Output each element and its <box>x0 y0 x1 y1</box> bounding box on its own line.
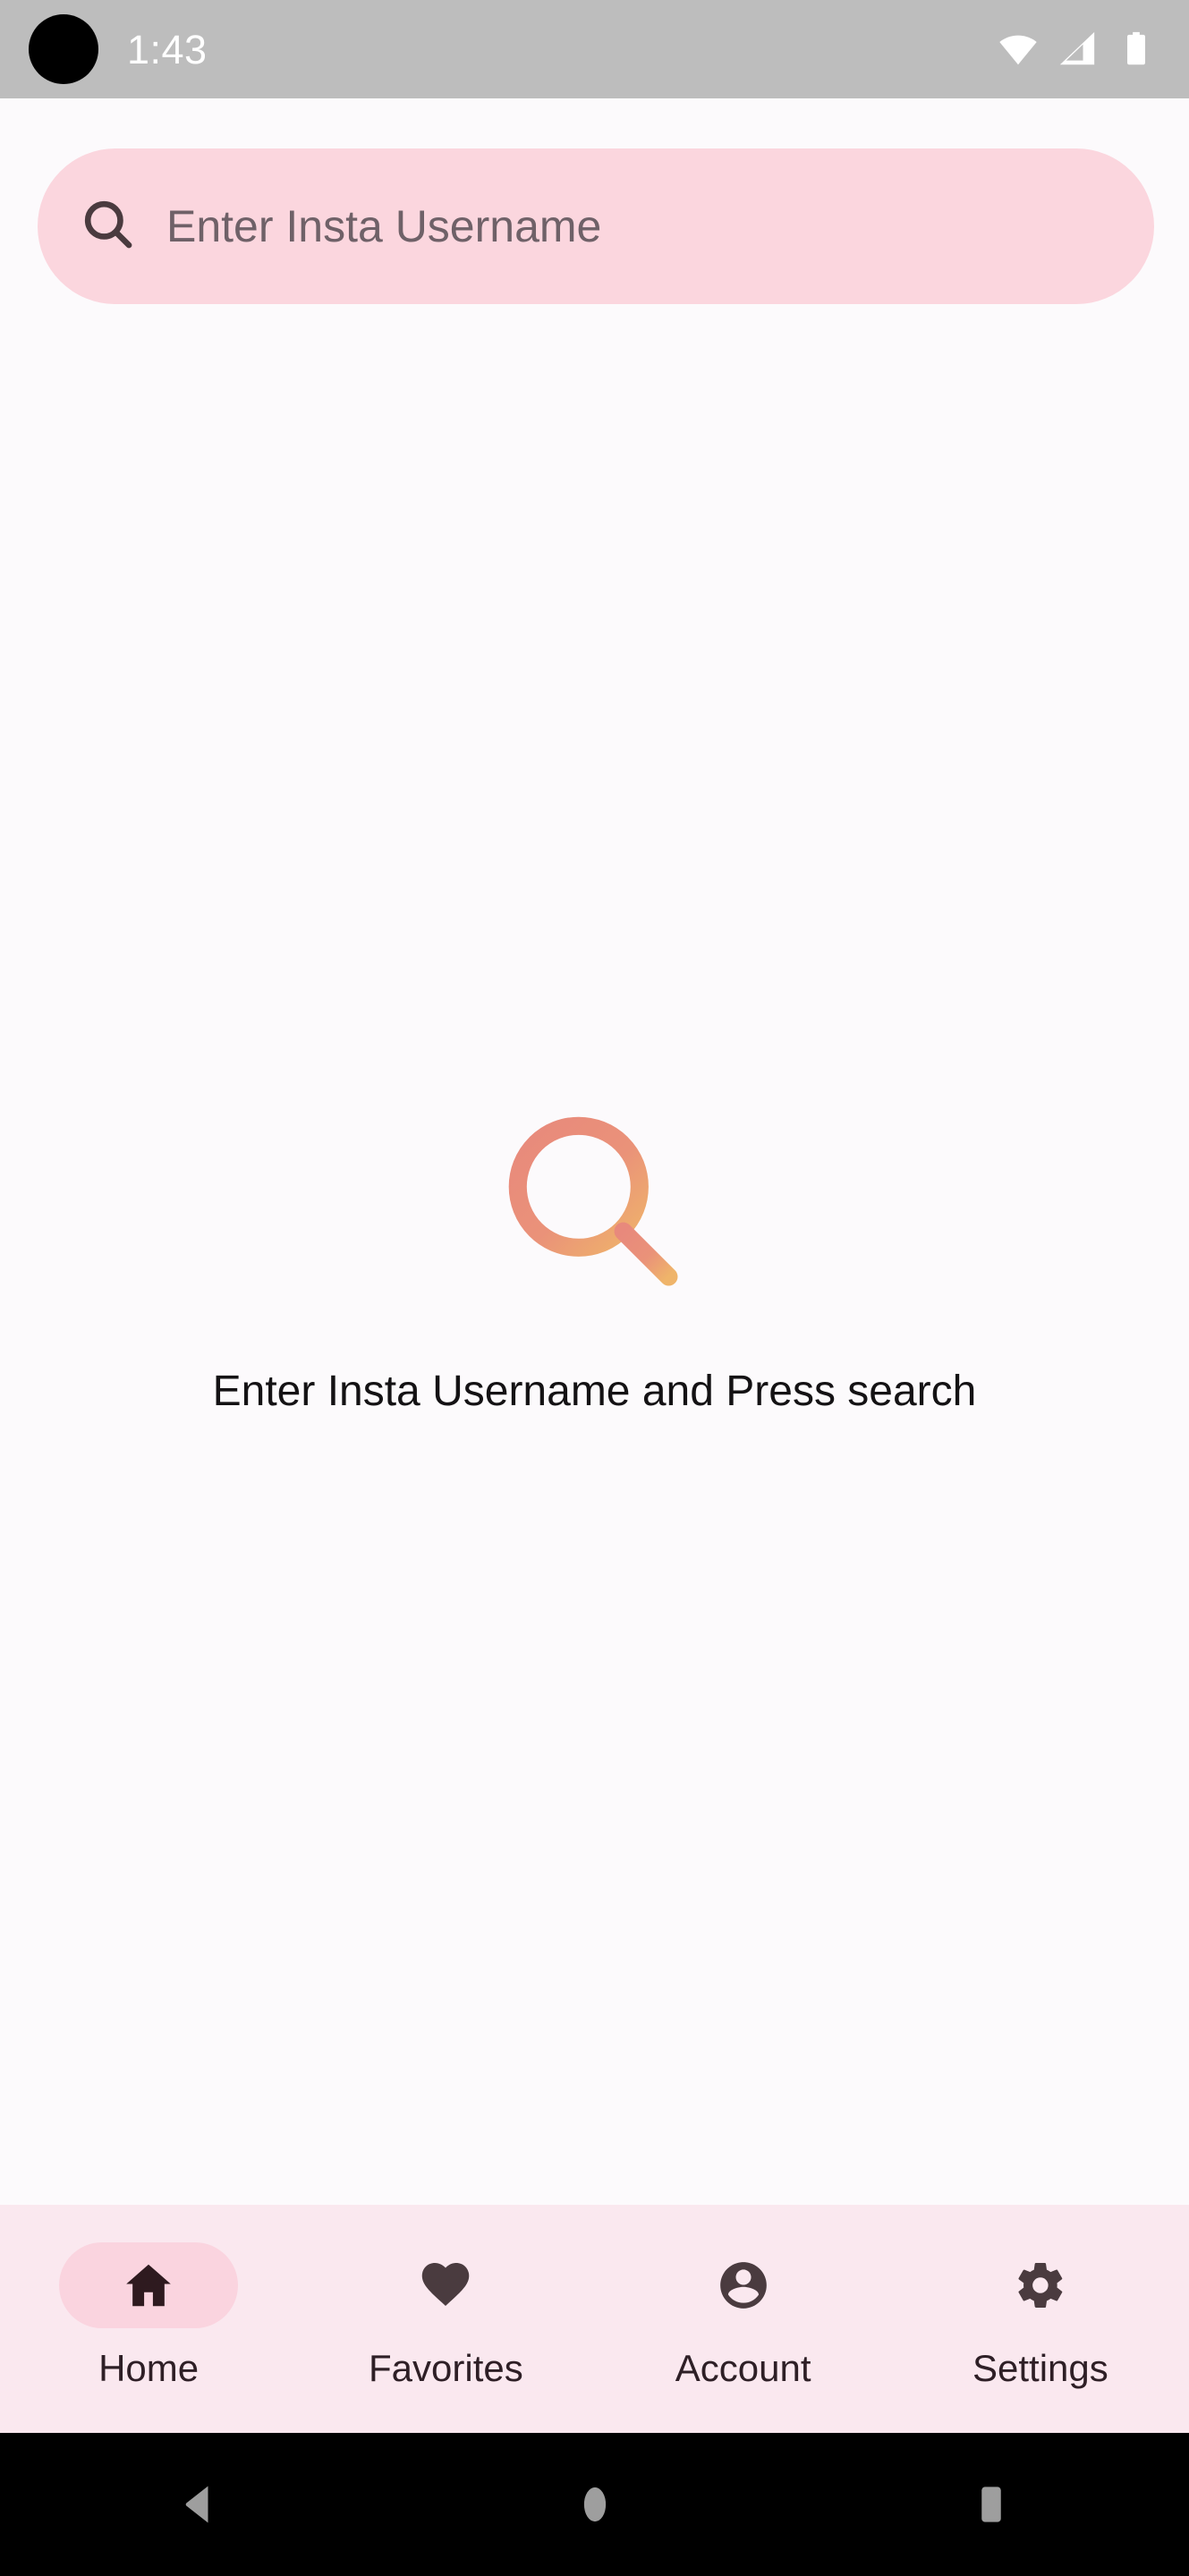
app-screen: 1:43 Enter Insta Username Enter Insta Us… <box>0 0 1189 2576</box>
status-bar: 1:43 <box>0 0 1189 98</box>
triangle-back-icon <box>174 2479 224 2529</box>
account-icon <box>716 2258 771 2313</box>
square-recents-icon <box>966 2479 1016 2529</box>
status-bar-clock: 1:43 <box>127 26 208 72</box>
heart-icon <box>419 2258 472 2312</box>
empty-state: Enter Insta Username and Press search <box>0 1100 1189 1418</box>
nav-item-settings[interactable]: Settings <box>892 2205 1189 2433</box>
gear-icon <box>1014 2258 1067 2312</box>
search-input[interactable] <box>166 199 1061 253</box>
nav-settings-indicator <box>951 2242 1130 2328</box>
status-bar-icons <box>998 29 1157 70</box>
empty-state-message: Enter Insta Username and Press search <box>212 1368 977 1415</box>
back-button[interactable] <box>118 2433 279 2576</box>
recents-button[interactable] <box>911 2433 1072 2576</box>
nav-item-settings-label: Settings <box>972 2347 1108 2389</box>
nav-item-home[interactable]: Home <box>0 2205 297 2433</box>
circle-home-icon <box>570 2479 620 2529</box>
nav-favorites-indicator <box>356 2242 535 2328</box>
search-bar[interactable] <box>38 148 1154 304</box>
home-icon <box>121 2258 176 2313</box>
magnifier-illustration <box>492 1100 698 1310</box>
cellular-signal-icon <box>1057 29 1098 70</box>
nav-home-indicator <box>59 2242 239 2328</box>
nav-item-account[interactable]: Account <box>595 2205 892 2433</box>
bottom-navigation-bar: Home Favorites Account Settings <box>0 2205 1189 2433</box>
nav-item-account-label: Account <box>675 2347 811 2389</box>
home-button[interactable] <box>514 2433 675 2576</box>
nav-account-indicator <box>654 2242 833 2328</box>
camera-punch-hole <box>29 14 98 84</box>
search-icon <box>79 195 138 258</box>
nav-item-home-label: Home <box>98 2347 200 2389</box>
wifi-icon <box>998 29 1039 70</box>
nav-item-favorites-label: Favorites <box>369 2347 523 2389</box>
nav-item-favorites[interactable]: Favorites <box>297 2205 594 2433</box>
android-system-nav-bar <box>0 2433 1189 2576</box>
battery-icon <box>1116 29 1157 70</box>
